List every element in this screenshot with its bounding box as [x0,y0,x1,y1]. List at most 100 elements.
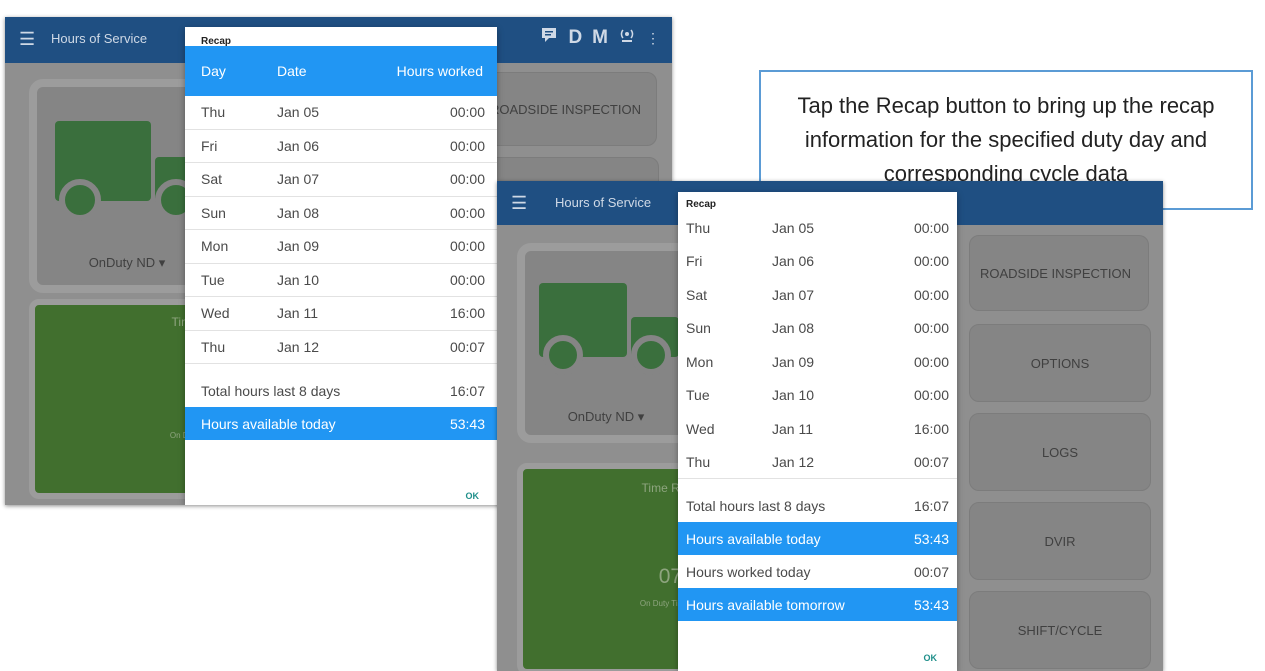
summary-label: Hours worked today [686,563,811,580]
table-row: Thu Jan 12 00:07 [185,331,497,364]
wireless-icon[interactable] [618,26,636,50]
shift-cycle-button[interactable]: SHIFT/CYCLE [969,591,1151,669]
recap-title: Recap [201,36,232,47]
summary-value: 53:43 [913,596,949,613]
row-day: Thu [201,338,226,355]
row-date: Jan 07 [277,171,320,188]
logs-button[interactable]: LOGS [969,413,1151,491]
summary-label: Hours available tomorrow [686,596,845,613]
table-row: Sat Jan 07 00:00 [678,278,957,312]
roadside-inspection-button[interactable]: ROADSIDE INSPECTION [477,72,657,146]
row-date: Jan 05 [277,104,320,121]
ok-button[interactable]: OK [466,491,480,501]
row-day: Mon [686,353,714,370]
table-row: Thu Jan 05 00:00 [185,96,497,130]
row-date: Jan 10 [772,387,815,404]
row-hours: 00:00 [449,104,485,121]
duty-status-card[interactable]: OnDuty ND ▾ [517,243,695,443]
table-row: Wed Jan 11 16:00 [185,297,497,331]
summary-label: Total hours last 8 days [686,497,826,514]
recap-dialog: Recap Day Date Hours worked Thu Jan 05 00:… [185,27,497,505]
table-row: Fri Jan 06 00:00 [185,130,497,163]
menu-icon[interactable]: ☰ [19,29,35,49]
overflow-menu-icon[interactable]: ⋮ [646,30,660,47]
ok-button[interactable]: OK [924,653,938,663]
row-day: Tue [686,387,710,404]
truck-icon [539,283,679,383]
row-day: Sun [201,204,226,221]
truck-icon [55,121,205,231]
callout-text: Tap the Recap button to bring up the rec… [797,93,1215,186]
app-bar-icons: D M ⋮ [540,26,660,50]
summary-total-hours: Total hours last 8 days 16:07 [678,489,957,522]
time-remaining-card: Time Remaining 07:57 On Duty Time Until … [517,463,730,671]
table-row: Sat Jan 07 00:00 [185,163,497,197]
table-row: Thu Jan 05 00:00 [678,211,957,245]
row-day: Thu [686,219,711,236]
header-date: Date [277,63,307,79]
row-date: Jan 12 [772,453,815,470]
recap-dialog: Recap Thu Jan 05 00:00 Fri Jan 06 00:00 Sat J… [678,192,957,671]
d-status-icon[interactable]: D [568,27,582,49]
summary-hours-available-today: Hours available today 53:43 [678,522,957,555]
table-row: Sun Jan 08 00:00 [678,312,957,346]
row-day: Fri [686,253,703,270]
row-day: Wed [201,305,230,322]
header-hours-worked: Hours worked [396,63,483,79]
row-date: Jan 06 [277,137,320,154]
summary-value: 53:43 [449,415,485,432]
row-day: Sun [686,320,711,337]
m-status-icon[interactable]: M [592,27,608,49]
row-date: Jan 11 [277,305,318,322]
summary-hours-worked-today: Hours worked today 00:07 [678,555,957,588]
row-hours: 00:00 [913,253,949,270]
table-row: Mon Jan 09 00:00 [678,345,957,379]
row-date: Jan 08 [277,204,320,221]
row-hours: 00:00 [449,238,485,255]
summary-value: 16:07 [913,497,949,514]
row-hours: 00:07 [913,453,949,470]
duty-status-dropdown[interactable]: OnDuty ND ▾ [525,409,687,425]
row-hours: 00:07 [449,338,485,355]
row-date: Jan 07 [772,286,815,303]
row-date: Jan 09 [772,353,815,370]
summary-value: 00:07 [913,563,949,580]
duty-status-label: OnDuty ND [88,255,156,270]
recap-table-header: Day Date Hours worked [185,46,497,96]
row-date: Jan 11 [772,420,813,437]
message-icon[interactable] [540,26,558,50]
table-row: Mon Jan 09 00:00 [185,230,497,264]
row-date: Jan 10 [277,271,320,288]
row-hours: 00:00 [913,286,949,303]
app-title: Hours of Service [51,31,148,46]
row-hours: 00:00 [913,353,949,370]
summary-value: 16:07 [449,382,485,399]
roadside-inspection-button[interactable]: ROADSIDE INSPECTION [969,235,1149,311]
summary-label: Total hours last 8 days [201,382,341,399]
row-day: Fri [201,137,218,154]
menu-icon[interactable]: ☰ [511,193,527,213]
row-hours: 00:00 [449,137,485,154]
row-day: Thu [201,104,226,121]
options-button[interactable]: OPTIONS [969,324,1151,402]
row-date: Jan 09 [277,238,320,255]
row-day: Thu [686,453,711,470]
screenshot-2: ☰ Hours of Service OnDuty ND ▾ Time Rema… [497,181,1163,671]
row-hours: 00:00 [913,387,949,404]
row-hours: 16:00 [913,420,949,437]
table-row: Thu Jan 12 00:07 [678,446,957,479]
row-day: Wed [686,420,715,437]
summary-hours-available-tomorrow: Hours available tomorrow 53:43 [678,588,957,621]
row-hours: 00:00 [449,204,485,221]
row-hours: 00:00 [449,171,485,188]
row-day: Sat [201,171,223,188]
row-hours: 16:00 [449,305,485,322]
row-date: Jan 05 [772,219,815,236]
recap-title: Recap [686,199,717,210]
row-day: Sat [686,286,708,303]
summary-label: Hours available today [686,530,821,547]
summary-total-hours: Total hours last 8 days 16:07 [185,374,497,407]
dvir-button[interactable]: DVIR [969,502,1151,580]
app-title: Hours of Service [555,195,652,210]
header-day: Day [201,63,226,79]
